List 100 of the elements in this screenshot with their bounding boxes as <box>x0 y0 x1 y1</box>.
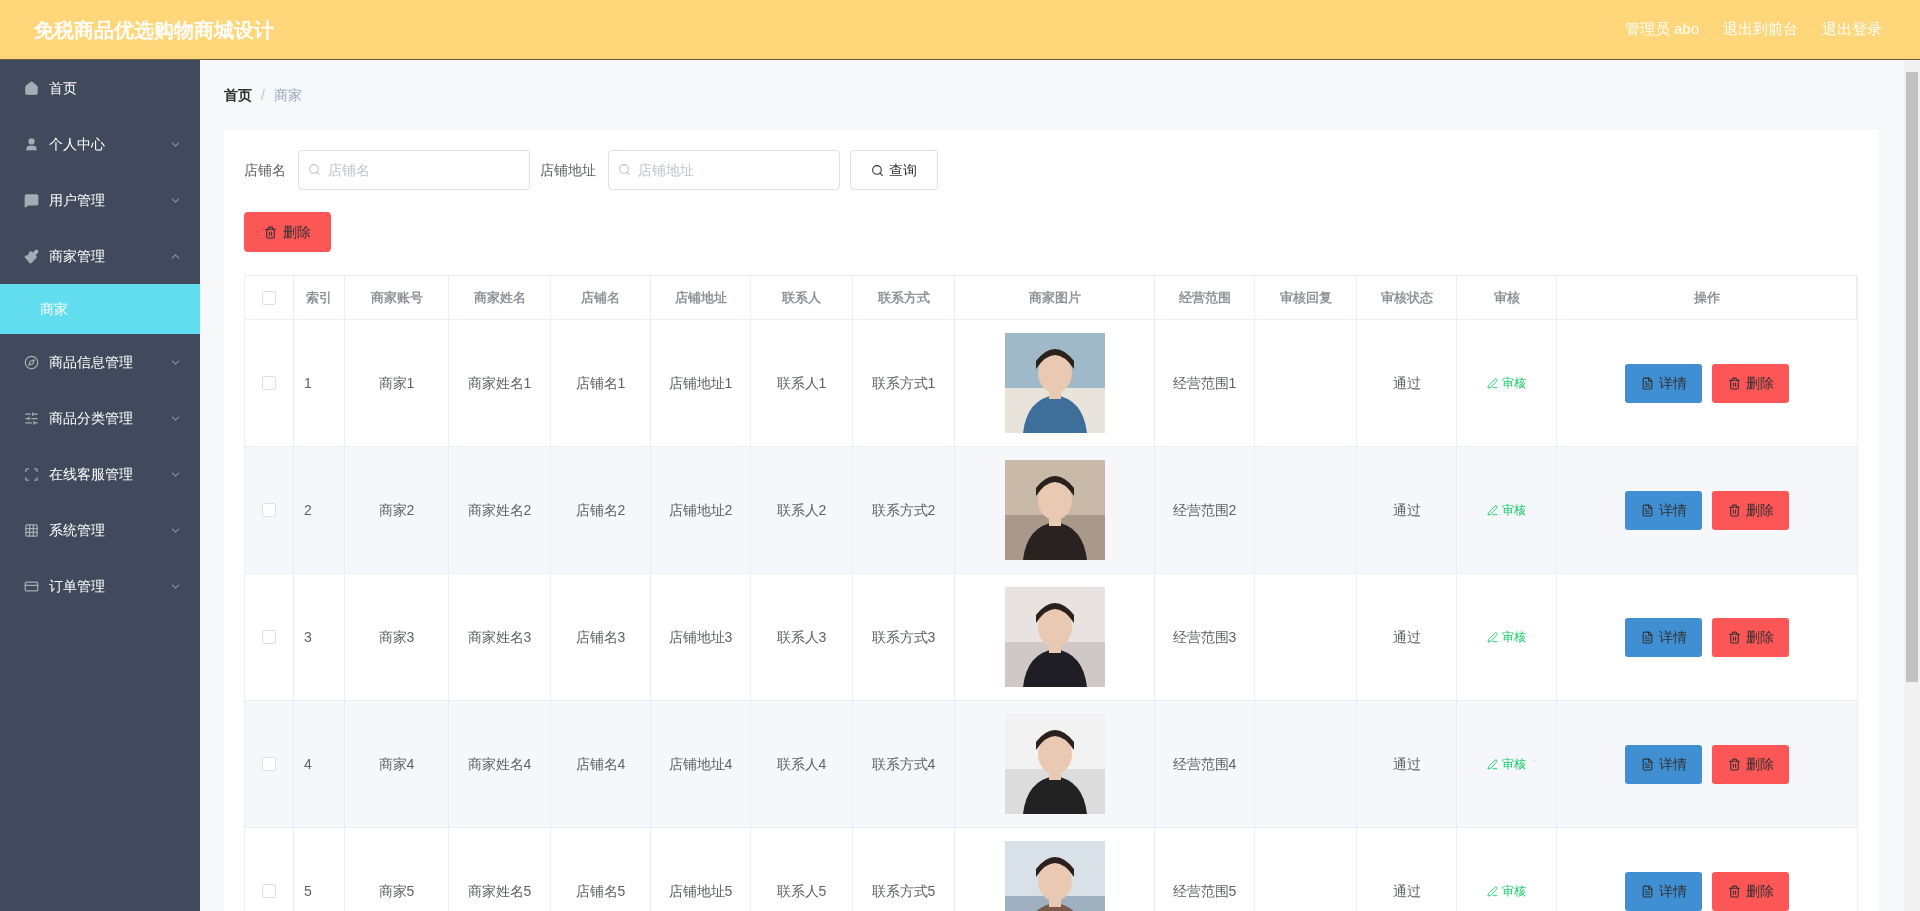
table-cell: 商家姓名1 <box>449 320 551 446</box>
column-header: 店铺地址 <box>651 276 751 319</box>
sidebar-item[interactable]: 系统管理 <box>0 502 200 558</box>
pen-icon <box>1487 631 1498 643</box>
table-cell: 商家姓名2 <box>449 447 551 573</box>
table-cell: 店铺地址1 <box>651 320 751 446</box>
delete-button[interactable]: 删除 <box>1712 490 1789 530</box>
pen-icon <box>1487 758 1498 770</box>
field-label: 店铺名 <box>244 160 286 180</box>
details-button[interactable]: 详情 <box>1625 363 1702 403</box>
details-button[interactable]: 详情 <box>1625 744 1702 784</box>
sidebar-item[interactable]: 用户管理 <box>0 172 200 228</box>
trash-icon <box>264 225 277 239</box>
delete-button[interactable]: 删除 <box>1712 871 1789 911</box>
table-cell: 经营范围4 <box>1155 701 1255 827</box>
review-link[interactable]: 审核 <box>1487 374 1526 392</box>
search-icon <box>308 163 321 176</box>
checkbox[interactable] <box>262 503 276 517</box>
table-cell: 商家姓名5 <box>449 828 551 911</box>
review-link[interactable]: 审核 <box>1487 628 1526 646</box>
table-cell: 商家2 <box>345 447 449 573</box>
delete-button[interactable]: 删除 <box>244 212 331 252</box>
user-icon <box>24 136 39 152</box>
search-field[interactable]: 店铺名 <box>298 150 530 190</box>
search-button[interactable]: 查询 <box>850 150 938 190</box>
table-cell: 商家5 <box>345 828 449 911</box>
brush-icon <box>24 248 39 264</box>
document-icon <box>1640 630 1654 644</box>
table-cell: 4 <box>294 701 345 827</box>
table-cell: 店铺地址4 <box>651 701 751 827</box>
column-header: 联系人 <box>751 276 853 319</box>
table-cell: 通过 <box>1357 701 1457 827</box>
trash-icon <box>1727 757 1741 771</box>
table-cell: 联系人2 <box>751 447 853 573</box>
table-cell: 联系方式3 <box>853 574 955 700</box>
table-cell: 联系方式5 <box>853 828 955 911</box>
details-button[interactable]: 详情 <box>1625 617 1702 657</box>
sidebar-item[interactable]: 订单管理 <box>0 558 200 614</box>
sidebar-item[interactable]: 商家管理 <box>0 228 200 284</box>
table-cell: 店铺地址2 <box>651 447 751 573</box>
card-icon <box>24 578 39 594</box>
table-cell: 经营范围3 <box>1155 574 1255 700</box>
compass-icon <box>24 354 39 370</box>
sidebar-item[interactable]: 商品信息管理 <box>0 334 200 390</box>
table-cell: 联系人1 <box>751 320 853 446</box>
sliders-icon <box>24 410 39 426</box>
column-header: 经营范围 <box>1155 276 1255 319</box>
trash-icon <box>1727 630 1741 644</box>
sidebar-item[interactable]: 个人中心 <box>0 116 200 172</box>
table-cell: 店铺名3 <box>551 574 651 700</box>
review-link[interactable]: 审核 <box>1487 882 1526 900</box>
document-icon <box>1640 884 1654 898</box>
table-cell: 联系方式2 <box>853 447 955 573</box>
field-label: 店铺地址 <box>540 160 596 180</box>
table-cell: 经营范围2 <box>1155 447 1255 573</box>
delete-button[interactable]: 删除 <box>1712 617 1789 657</box>
column-header: 店铺名 <box>551 276 651 319</box>
checkbox[interactable] <box>262 630 276 644</box>
sidebar-item[interactable]: 首页 <box>0 60 200 116</box>
table-cell: 商家1 <box>345 320 449 446</box>
column-header: 审核 <box>1457 276 1557 319</box>
trash-icon <box>1727 884 1741 898</box>
table-cell: 商家3 <box>345 574 449 700</box>
delete-button[interactable]: 删除 <box>1712 744 1789 784</box>
table-cell: 店铺名2 <box>551 447 651 573</box>
column-header: 商家图片 <box>955 276 1155 319</box>
column-header: 联系方式 <box>853 276 955 319</box>
breadcrumb-separator: / <box>261 85 265 105</box>
trash-icon <box>1727 376 1741 390</box>
scrollbar-thumb[interactable] <box>1906 72 1918 682</box>
checkbox[interactable] <box>262 376 276 390</box>
pen-icon <box>1487 377 1498 389</box>
sidebar-item[interactable]: 在线客服管理 <box>0 446 200 502</box>
column-header: 审核状态 <box>1357 276 1457 319</box>
table-cell: 店铺地址5 <box>651 828 751 911</box>
table-cell: 经营范围5 <box>1155 828 1255 911</box>
checkbox[interactable] <box>262 757 276 771</box>
details-button[interactable]: 详情 <box>1625 871 1702 911</box>
table-cell: 店铺地址3 <box>651 574 751 700</box>
table-cell: 5 <box>294 828 345 911</box>
table-cell: 2 <box>294 447 345 573</box>
column-header: 商家姓名 <box>449 276 551 319</box>
breadcrumb-item[interactable]: 首页 <box>224 84 252 106</box>
details-button[interactable]: 详情 <box>1625 490 1702 530</box>
table-cell: 通过 <box>1357 320 1457 446</box>
search-field[interactable]: 店铺地址 <box>608 150 840 190</box>
sidebar-item[interactable]: 商品分类管理 <box>0 390 200 446</box>
trash-icon <box>1727 503 1741 517</box>
table-cell: 商家姓名4 <box>449 701 551 827</box>
document-icon <box>1640 757 1654 771</box>
column-header: 操作 <box>1557 276 1857 319</box>
table-cell: 3 <box>294 574 345 700</box>
table-cell: 联系人5 <box>751 828 853 911</box>
delete-button[interactable]: 删除 <box>1712 363 1789 403</box>
scrollbar[interactable] <box>1904 60 1920 911</box>
table-cell: 店铺名4 <box>551 701 651 827</box>
grid-icon <box>24 522 39 538</box>
checkbox[interactable] <box>262 290 276 305</box>
checkbox[interactable] <box>262 884 276 898</box>
column-header: 审核回复 <box>1255 276 1357 319</box>
